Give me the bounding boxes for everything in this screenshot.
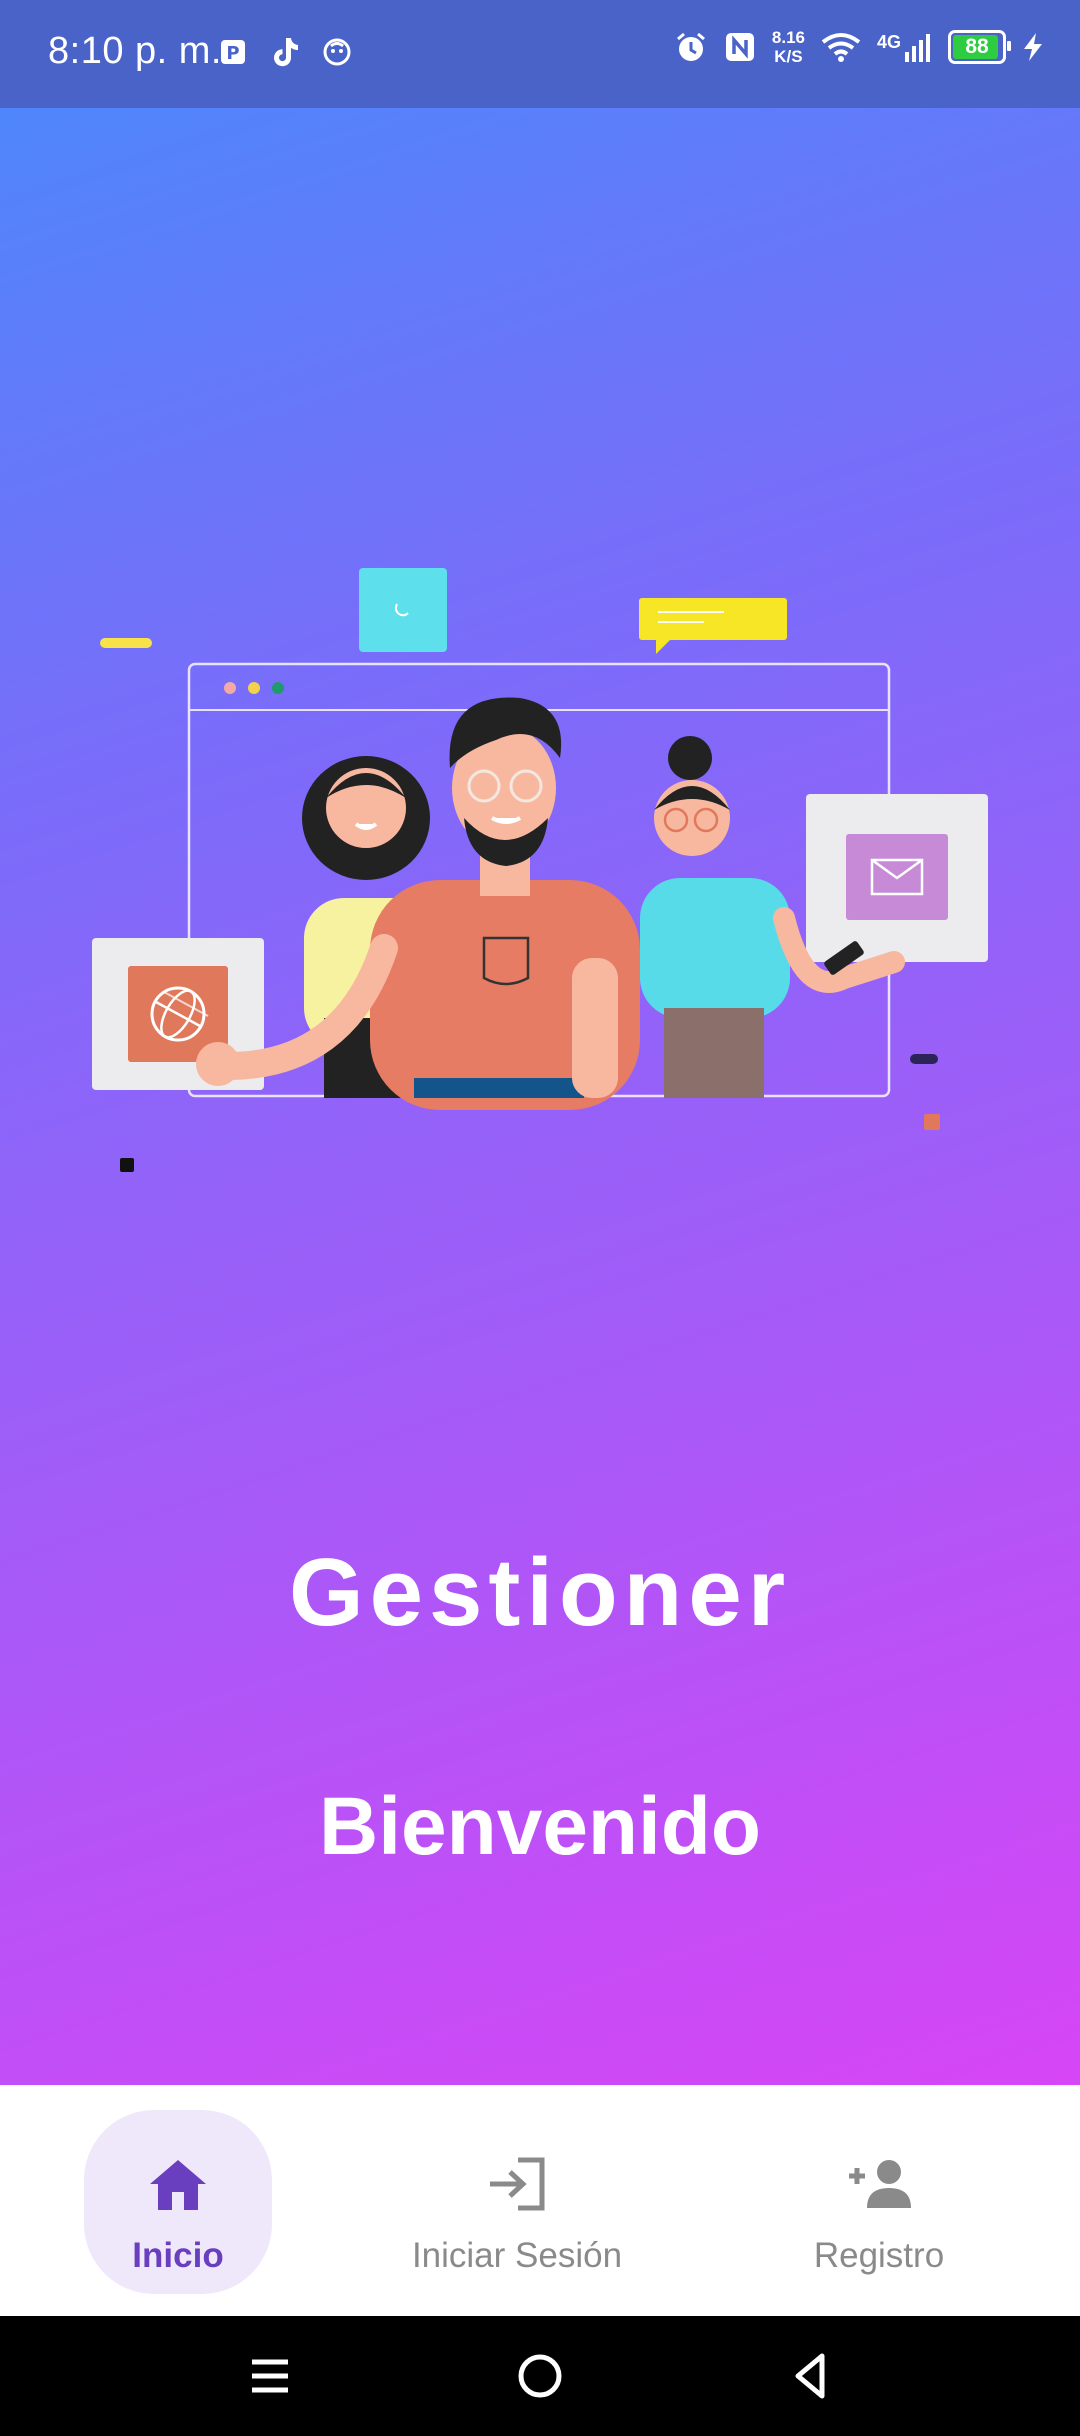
nfc-icon — [725, 33, 754, 61]
alarm-icon — [676, 32, 705, 61]
svg-text:P: P — [226, 43, 239, 64]
battery-indicator: 88 — [948, 30, 1011, 64]
wifi-icon — [821, 33, 861, 62]
system-navigation-bar — [0, 2316, 1080, 2436]
hero-section: Gestioner Bienvenido — [0, 108, 1080, 2085]
status-right-icons: 8.16 K/S 4G 88 — [674, 28, 1044, 66]
nav-label-registro: Registro — [813, 2236, 945, 2275]
charging-icon — [1024, 33, 1042, 61]
nav-item-registro[interactable]: Registro — [780, 2110, 978, 2294]
tiktok-icon — [274, 38, 298, 67]
battery-level: 88 — [965, 35, 989, 58]
signal-bars-icon — [905, 34, 930, 62]
welcome-text: Bienvenido — [319, 1781, 761, 1872]
back-icon[interactable] — [780, 2346, 840, 2406]
assistant-icon — [323, 38, 351, 66]
add-person-icon — [849, 2160, 911, 2208]
home-icon — [150, 2160, 206, 2210]
bottom-navigation: Inicio Iniciar Sesión Registro — [0, 2085, 1080, 2316]
network-type: 4G — [876, 32, 901, 52]
status-time: 8:10 p. m. — [48, 30, 222, 72]
home-circle-icon[interactable] — [510, 2346, 570, 2406]
team-illustration — [92, 568, 988, 1172]
network-speed-unit: K/S — [774, 47, 803, 66]
network-speed-value: 8.16 — [771, 28, 805, 47]
nav-label-iniciar-sesion: Iniciar Sesión — [411, 2236, 623, 2275]
app-title: Gestioner — [288, 1539, 792, 1646]
login-icon — [490, 2157, 545, 2211]
status-bar: 8:10 p. m. P 8.16 K/S 4G 88 — [0, 0, 1080, 108]
parking-app-icon: P — [221, 40, 245, 64]
cell-signal: 4G — [877, 32, 932, 62]
menu-icon[interactable] — [240, 2346, 300, 2406]
notification-icons: P — [218, 36, 352, 68]
nav-label-inicio: Inicio — [132, 2236, 224, 2275]
nav-item-iniciar-sesion[interactable]: Iniciar Sesión — [380, 2110, 654, 2294]
network-speed: 8.16 K/S — [772, 28, 805, 66]
nav-item-inicio[interactable]: Inicio — [84, 2110, 272, 2294]
